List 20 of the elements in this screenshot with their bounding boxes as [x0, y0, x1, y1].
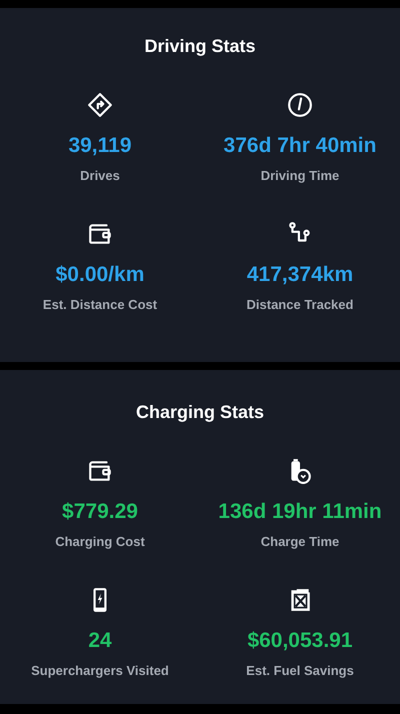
stat-label: Drives: [80, 166, 120, 184]
stat-label: Est. Distance Cost: [42, 296, 158, 314]
stat-value: 417,374km: [246, 262, 354, 288]
stat-value: 24: [88, 628, 112, 654]
section-title: Driving Stats: [144, 35, 256, 58]
turn-sign-icon: [87, 92, 113, 118]
stat-label: Superchargers Visited: [31, 662, 169, 680]
stat-label: Est. Fuel Savings: [246, 662, 354, 680]
stat-label: Charging Cost: [55, 532, 145, 551]
section-title: Charging Stats: [136, 401, 264, 424]
stat-label: Charge Time: [260, 532, 340, 551]
stat-value: $779.29: [62, 499, 138, 525]
clock-icon: [287, 92, 313, 118]
stat-label: Distance Tracked: [246, 296, 354, 314]
stat-value: 136d 19hr 11min: [218, 499, 382, 525]
stat-value: 376d 7hr 40min: [224, 133, 376, 159]
stat-value: 39,119: [68, 133, 132, 159]
stat-label: Driving Time: [260, 166, 340, 185]
stat-value: $60,053.91: [247, 628, 353, 654]
stat-value: $0.00/km: [56, 262, 144, 288]
